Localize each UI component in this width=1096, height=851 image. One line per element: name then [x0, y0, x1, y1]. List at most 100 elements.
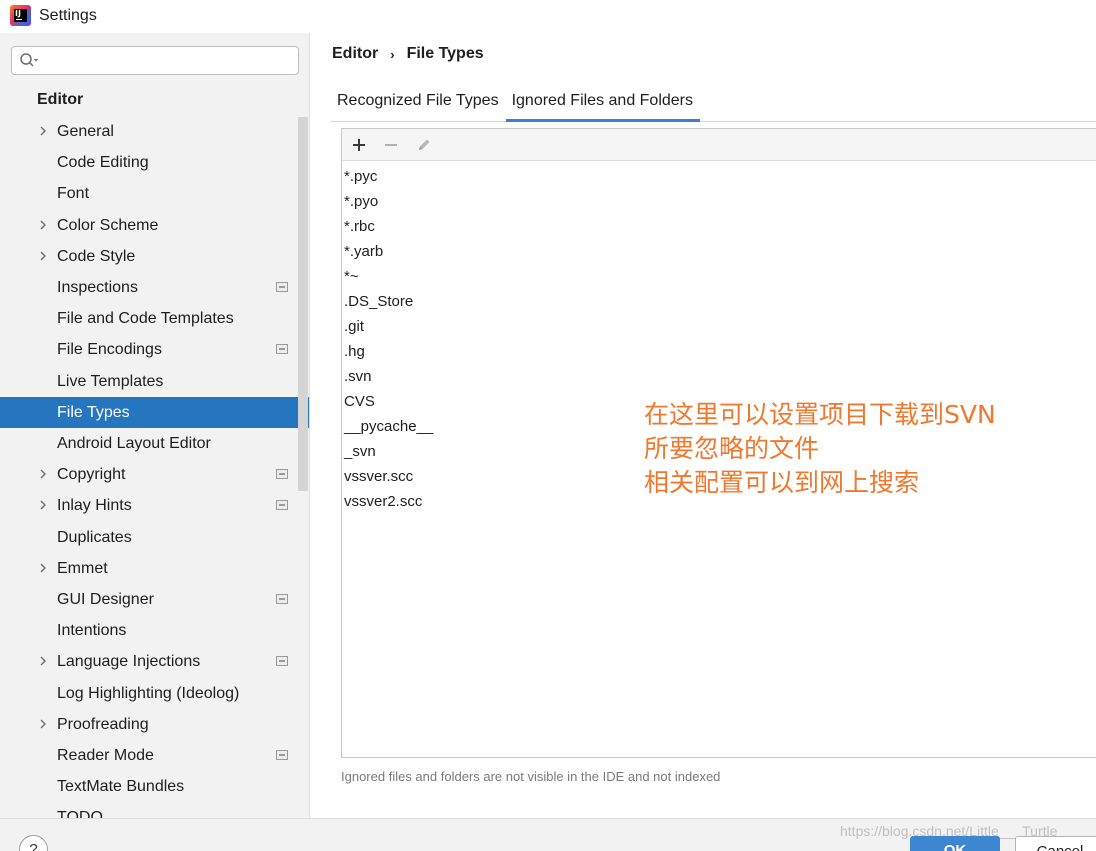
- sidebar-item-file-types[interactable]: File Types: [0, 397, 309, 428]
- chevron-right-icon[interactable]: [38, 500, 48, 510]
- edit-button[interactable]: [414, 135, 434, 155]
- sidebar-item-intentions[interactable]: Intentions: [0, 615, 309, 646]
- chevron-right-icon[interactable]: [38, 251, 48, 261]
- project-scope-icon: [276, 282, 288, 292]
- project-scope-icon: [276, 500, 288, 510]
- sidebar-item-label: Font: [57, 184, 90, 202]
- ignored-patterns-list[interactable]: *.pyc *.pyo *.rbc *.yarb *~ .DS_Store .git .hg.…: [344, 164, 433, 514]
- sidebar-item-label: Reader Mode: [57, 746, 154, 764]
- list-item[interactable]: .hg: [344, 339, 433, 364]
- list-item[interactable]: vssver2.scc: [344, 489, 433, 514]
- sidebar-item-label: File Types: [57, 403, 130, 421]
- tab-recognized-file-types[interactable]: Recognized File Types: [331, 84, 506, 122]
- sidebar-item-label: Android Layout Editor: [57, 434, 211, 452]
- sidebar-item-label: File Encodings: [57, 340, 162, 358]
- list-item[interactable]: .svn: [344, 364, 433, 389]
- settings-sidebar: Editor General Code Editing Font Color Sche…: [0, 33, 310, 818]
- list-item[interactable]: vssver.scc: [344, 464, 433, 489]
- list-item[interactable]: *.yarb: [344, 239, 433, 264]
- sidebar-item-label: Duplicates: [57, 528, 132, 546]
- sidebar-item-label: Language Injections: [57, 652, 201, 670]
- pencil-icon: [419, 139, 430, 150]
- sidebar-item-code-style[interactable]: Code Style: [0, 241, 309, 272]
- sidebar-item-label: Code Style: [57, 247, 136, 265]
- settings-search[interactable]: [11, 46, 299, 75]
- sidebar-item-label: Color Scheme: [57, 216, 159, 234]
- list-item[interactable]: __pycache__: [344, 414, 433, 439]
- list-item[interactable]: *.pyo: [344, 189, 433, 214]
- list-item[interactable]: .git: [344, 314, 433, 339]
- sidebar-item-label: Copyright: [57, 465, 126, 483]
- list-item[interactable]: *.pyc: [344, 164, 433, 189]
- sidebar-item-language-injections[interactable]: Language Injections: [0, 646, 309, 677]
- project-scope-icon: [276, 594, 288, 604]
- annotation-line: 在这里可以设置项目下载到SVN: [644, 400, 996, 429]
- chevron-right-icon[interactable]: [38, 656, 48, 666]
- sidebar-item-code-editing[interactable]: Code Editing: [0, 147, 309, 178]
- remove-button[interactable]: [381, 135, 401, 155]
- minus-icon: [385, 144, 397, 146]
- sidebar-item-log-highlighting-ideolog[interactable]: Log Highlighting (Ideolog): [0, 678, 309, 709]
- sidebar-item-label: Inspections: [57, 278, 138, 296]
- list-item[interactable]: *~: [344, 264, 433, 289]
- list-item[interactable]: *.rbc: [344, 214, 433, 239]
- search-icon: [20, 53, 38, 67]
- sidebar-item-copyright[interactable]: Copyright: [0, 459, 309, 490]
- sidebar-item-android-layout-editor[interactable]: Android Layout Editor: [0, 428, 309, 459]
- breadcrumb-separator-icon: ›: [390, 46, 395, 62]
- breadcrumb-current: File Types: [406, 45, 484, 62]
- sidebar-item-label: TODO: [57, 808, 103, 819]
- sidebar-item-textmate-bundles[interactable]: TextMate Bundles: [0, 771, 309, 802]
- ok-button[interactable]: OK: [910, 836, 1000, 851]
- sidebar-item-inlay-hints[interactable]: Inlay Hints: [0, 490, 309, 521]
- list-item[interactable]: CVS: [344, 389, 433, 414]
- annotation-note: 在这里可以设置项目下载到SVN 所要忽略的文件 相关配置可以到网上搜索: [644, 398, 996, 500]
- sidebar-item-proofreading[interactable]: Proofreading: [0, 709, 309, 740]
- sidebar-item-label: Inlay Hints: [57, 496, 132, 514]
- cancel-button[interactable]: Cancel: [1015, 836, 1096, 851]
- sidebar-item-live-templates[interactable]: Live Templates: [0, 366, 309, 397]
- sidebar-item-font[interactable]: Font: [0, 178, 309, 209]
- breadcrumb: Editor › File Types: [332, 45, 484, 63]
- sidebar-item-color-scheme[interactable]: Color Scheme: [0, 210, 309, 241]
- annotation-line: 相关配置可以到网上搜索: [644, 468, 920, 497]
- sidebar-item-reader-mode[interactable]: Reader Mode: [0, 740, 309, 771]
- chevron-right-icon[interactable]: [38, 469, 48, 479]
- sidebar-item-label: Code Editing: [57, 153, 149, 171]
- sidebar-item-label: Live Templates: [57, 372, 164, 390]
- sidebar-item-todo[interactable]: TODO: [0, 802, 309, 819]
- intellij-app-icon: IJ: [10, 5, 31, 26]
- breadcrumb-parent[interactable]: Editor: [332, 45, 378, 63]
- add-button[interactable]: [349, 135, 369, 155]
- sidebar-item-label: Emmet: [57, 559, 108, 577]
- list-toolbar: [342, 129, 1096, 161]
- sidebar-item-label: General: [57, 122, 114, 140]
- chevron-right-icon[interactable]: [38, 220, 48, 230]
- sidebar-item-label: Intentions: [57, 621, 127, 639]
- chevron-right-icon[interactable]: [38, 719, 48, 729]
- sidebar-item-file-and-code-templates[interactable]: File and Code Templates: [0, 303, 309, 334]
- plus-icon: [353, 139, 365, 151]
- project-scope-icon: [276, 750, 288, 760]
- chevron-right-icon[interactable]: [38, 126, 48, 136]
- sidebar-scrollbar[interactable]: [298, 117, 308, 491]
- tab-ignored-files-and-folders[interactable]: Ignored Files and Folders: [505, 84, 701, 122]
- list-item[interactable]: .DS_Store: [344, 289, 433, 314]
- sidebar-section-editor[interactable]: Editor: [37, 91, 83, 109]
- list-item[interactable]: _svn: [344, 439, 433, 464]
- sidebar-item-file-encodings[interactable]: File Encodings: [0, 334, 309, 365]
- sidebar-item-duplicates[interactable]: Duplicates: [0, 522, 309, 553]
- project-scope-icon: [276, 469, 288, 479]
- sidebar-item-emmet[interactable]: Emmet: [0, 553, 309, 584]
- sidebar-item-label: Log Highlighting (Ideolog): [57, 684, 240, 702]
- search-input[interactable]: [42, 50, 292, 71]
- title-bar: IJ Settings: [0, 0, 1096, 33]
- sidebar-item-label: GUI Designer: [57, 590, 154, 608]
- sidebar-item-gui-designer[interactable]: GUI Designer: [0, 584, 309, 615]
- tab-strip: Recognized File Types Ignored Files and …: [331, 84, 701, 122]
- sidebar-item-general[interactable]: General: [0, 116, 309, 147]
- chevron-right-icon[interactable]: [38, 563, 48, 573]
- help-button[interactable]: ?: [19, 835, 48, 851]
- panel-hint: Ignored files and folders are not visibl…: [341, 769, 721, 784]
- sidebar-item-inspections[interactable]: Inspections: [0, 272, 309, 303]
